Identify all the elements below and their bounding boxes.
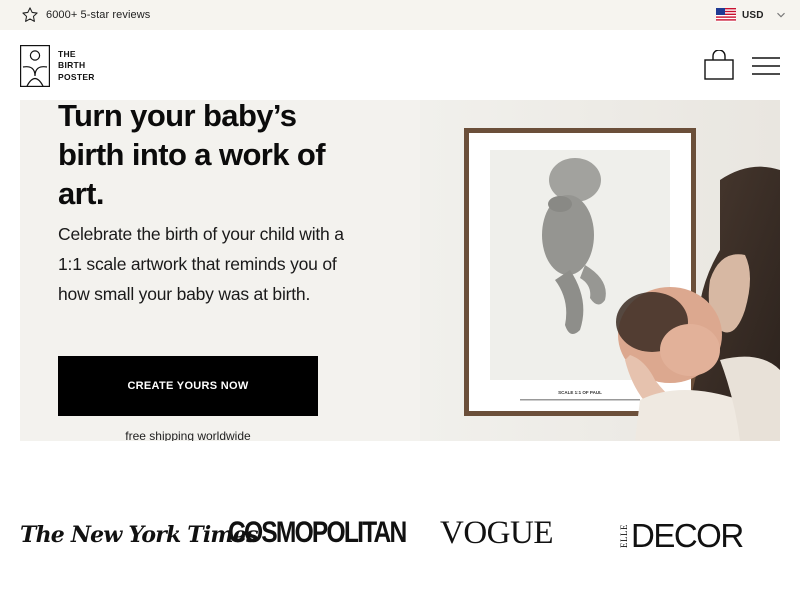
- us-flag-icon: [716, 8, 736, 22]
- site-header: THE BIRTH POSTER: [0, 30, 800, 100]
- elle-text: ELLE: [619, 524, 629, 548]
- hero-photo-mother-baby-poster: SCALE 1:1 OF PAUL: [420, 100, 780, 441]
- hero-subtitle: Celebrate the birth of your child with a…: [58, 224, 344, 304]
- logo-line: POSTER: [58, 71, 95, 82]
- brand-logo[interactable]: THE BIRTH POSTER: [20, 45, 95, 87]
- free-shipping-note: free shipping worldwide: [125, 429, 251, 441]
- logo-wordmark: THE BIRTH POSTER: [58, 49, 95, 84]
- press-logo-cosmopolitan: COSMOPOLITAN: [228, 516, 407, 549]
- reviews-count-text: 6000+ 5-star reviews: [46, 9, 151, 21]
- birth-poster-logo-icon: [20, 45, 50, 87]
- press-logo-vogue: VOGUE: [440, 515, 553, 551]
- decor-text: DECOR: [631, 517, 744, 554]
- hamburger-menu-icon[interactable]: [752, 56, 780, 76]
- announcement-bar: 6000+ 5-star reviews USD: [0, 0, 800, 30]
- hero-text-block: Turn your baby’s birth into a work of ar…: [58, 100, 358, 309]
- press-logo-nytimes: The New York Times: [20, 522, 258, 548]
- press-logos: The New York Times COSMOPOLITAN VOGUE EL…: [0, 500, 800, 580]
- create-yours-now-button[interactable]: CREATE YOURS NOW: [58, 356, 318, 416]
- press-logo-elle-decor: ELLE DECOR: [619, 517, 744, 554]
- chevron-down-icon: [776, 12, 785, 18]
- currency-selector[interactable]: USD: [716, 7, 786, 23]
- logo-line: BIRTH: [58, 60, 86, 71]
- poster-caption: SCALE 1:1 OF PAUL: [558, 390, 602, 395]
- shopping-bag-icon[interactable]: [704, 50, 734, 80]
- logo-line: THE: [58, 48, 76, 59]
- currency-code: USD: [742, 9, 764, 21]
- hero-section: Turn your baby’s birth into a work of ar…: [20, 100, 780, 441]
- hero-title: Turn your baby’s birth into a work of ar…: [58, 100, 326, 211]
- star-outline-icon: [22, 7, 38, 22]
